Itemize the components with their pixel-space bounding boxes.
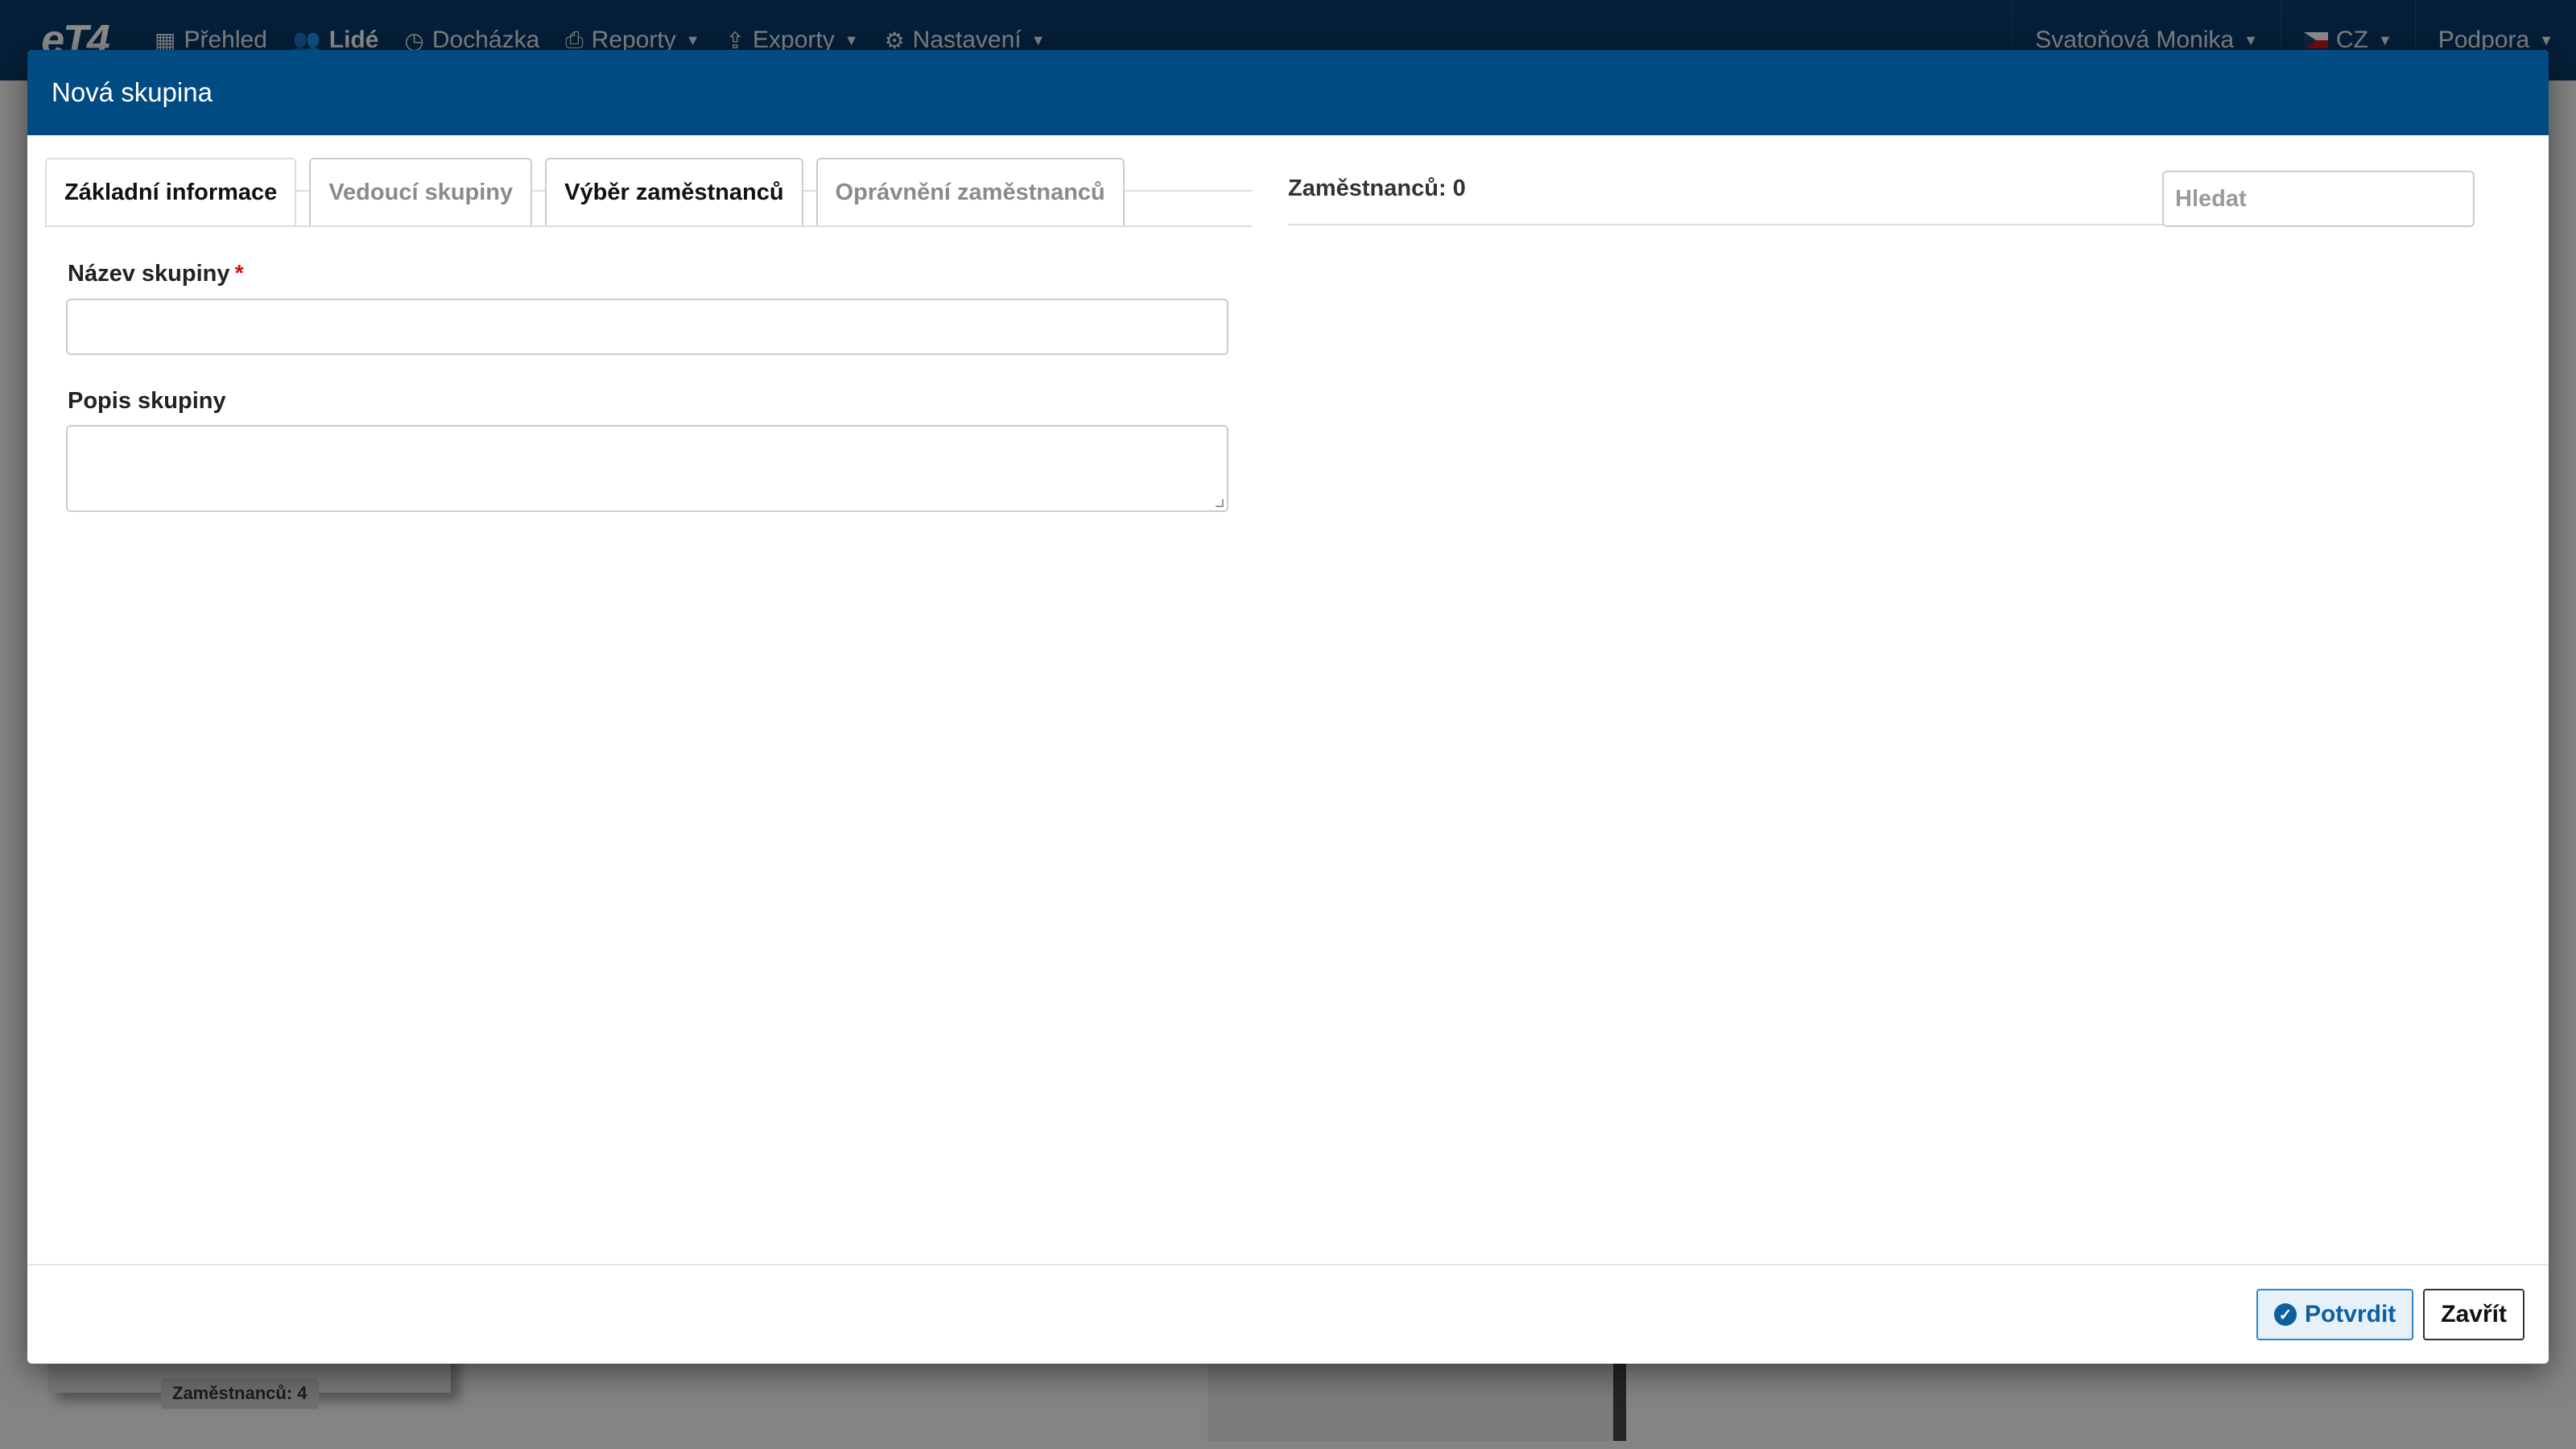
employee-count-value: 0	[1452, 175, 1466, 201]
new-group-dialog: Nová skupina Základní informace Vedoucí …	[27, 50, 2549, 1364]
close-button[interactable]: Zavřít	[2423, 1289, 2524, 1340]
tab-employee-permissions[interactable]: Oprávnění zaměstnanců	[815, 158, 1125, 225]
tab-employee-selection[interactable]: Výběr zaměstnanců	[545, 158, 803, 225]
dialog-header: Nová skupina	[27, 50, 2549, 135]
confirm-button[interactable]: ✓ Potvrdit	[2256, 1289, 2414, 1340]
group-description-label: Popis skupiny	[68, 388, 226, 414]
group-name-label: Název skupiny *	[68, 261, 244, 287]
group-description-textarea[interactable]	[66, 425, 1228, 512]
required-mark: *	[234, 261, 244, 287]
check-circle-icon: ✓	[2273, 1303, 2297, 1326]
employee-count: Zaměstnanců: 0	[1288, 169, 2165, 225]
confirm-button-label: Potvrdit	[2304, 1301, 2396, 1327]
dialog-title: Nová skupina	[52, 77, 213, 107]
tab-group-leaders[interactable]: Vedoucí skupiny	[309, 158, 533, 225]
resize-handle[interactable]	[1216, 499, 1224, 507]
close-button-label: Zavřít	[2441, 1301, 2507, 1327]
group-name-label-text: Název skupiny	[68, 261, 230, 287]
employee-count-label: Zaměstnanců:	[1288, 175, 1447, 201]
tab-basic-info[interactable]: Základní informace	[45, 158, 297, 225]
dialog-tabs: Základní informace Vedoucí skupiny Výběr…	[45, 158, 1253, 227]
search-input[interactable]	[2162, 171, 2475, 227]
group-name-input[interactable]	[66, 299, 1228, 355]
dialog-footer: ✓ Potvrdit Zavřít	[27, 1264, 2549, 1364]
